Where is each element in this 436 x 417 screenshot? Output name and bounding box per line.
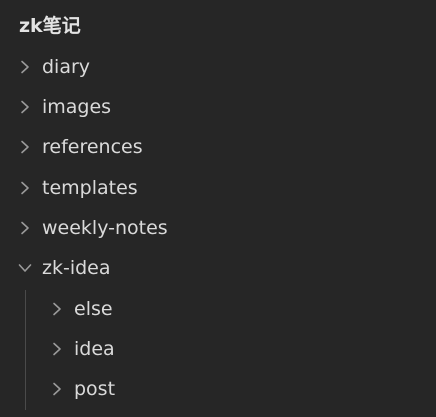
folder-label: zk-idea: [42, 257, 111, 279]
folder-label: idea: [74, 338, 115, 360]
folder-label: images: [42, 96, 112, 118]
folder-else[interactable]: else: [0, 289, 436, 329]
folder-zk-idea[interactable]: zk-idea: [0, 248, 436, 288]
folder-diary[interactable]: diary: [0, 47, 436, 87]
chevron-right-icon: [18, 181, 32, 195]
folder-templates[interactable]: templates: [0, 168, 436, 208]
folder-label: post: [74, 378, 116, 400]
file-explorer: zk笔记 diary images references templates w…: [0, 0, 436, 417]
folder-weekly-notes[interactable]: weekly-notes: [0, 208, 436, 248]
chevron-down-icon: [18, 261, 32, 275]
folder-label: templates: [42, 177, 138, 199]
folder-label: references: [42, 136, 143, 158]
chevron-right-icon: [50, 302, 64, 316]
folder-label: else: [74, 298, 113, 320]
folder-post[interactable]: post: [0, 369, 436, 409]
folder-images[interactable]: images: [0, 87, 436, 127]
folder-label: diary: [42, 56, 91, 78]
folder-references[interactable]: references: [0, 127, 436, 167]
chevron-right-icon: [18, 140, 32, 154]
chevron-right-icon: [50, 342, 64, 356]
chevron-right-icon: [18, 221, 32, 235]
chevron-right-icon: [50, 382, 64, 396]
vault-title[interactable]: zk笔记: [19, 12, 81, 40]
folder-idea[interactable]: idea: [0, 329, 436, 369]
chevron-right-icon: [18, 100, 32, 114]
chevron-right-icon: [18, 60, 32, 74]
folder-label: weekly-notes: [42, 217, 168, 239]
